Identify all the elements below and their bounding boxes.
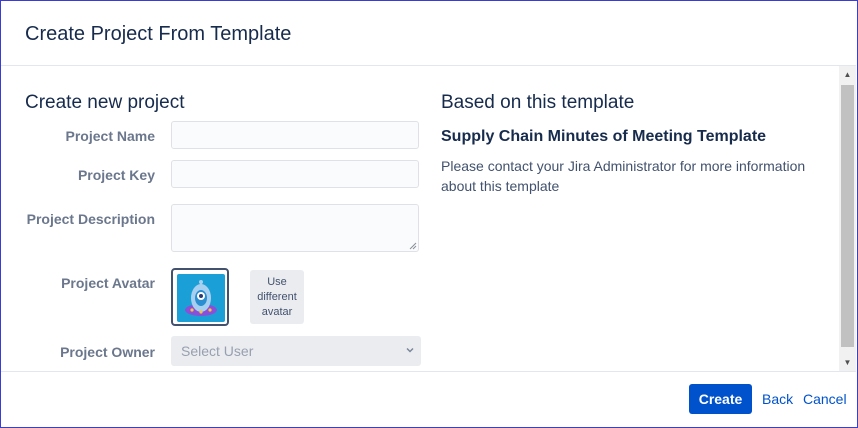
dialog-content: Create new project Project Name Project … bbox=[1, 66, 839, 371]
template-name: Supply Chain Minutes of Meeting Template bbox=[441, 128, 767, 145]
back-link[interactable]: Back bbox=[762, 391, 793, 407]
robot-avatar-icon bbox=[177, 274, 225, 322]
project-avatar-label: Project Avatar bbox=[61, 275, 155, 291]
arrow-down-icon[interactable]: ▼ bbox=[839, 354, 856, 371]
dialog-footer: Create Back Cancel bbox=[1, 371, 856, 427]
dialog-title: Create Project From Template bbox=[25, 23, 292, 45]
project-owner-placeholder: Select User bbox=[181, 343, 254, 359]
chevron-down-icon bbox=[406, 347, 414, 353]
arrow-up-icon[interactable]: ▲ bbox=[839, 66, 856, 83]
content-scrollbar[interactable]: ▲ ▼ bbox=[839, 66, 856, 371]
resize-grip-icon[interactable] bbox=[409, 242, 417, 250]
cancel-link[interactable]: Cancel bbox=[803, 391, 847, 407]
use-different-avatar-button[interactable]: Use different avatar bbox=[250, 270, 304, 324]
dialog-header: Create Project From Template bbox=[1, 1, 856, 66]
project-owner-select[interactable]: Select User bbox=[171, 336, 421, 366]
project-key-input[interactable] bbox=[171, 160, 419, 188]
project-description-textarea[interactable] bbox=[171, 204, 419, 252]
project-description-label: Project Description bbox=[26, 211, 155, 227]
form-heading: Create new project bbox=[25, 92, 185, 113]
project-key-label: Project Key bbox=[77, 167, 155, 183]
template-heading: Based on this template bbox=[441, 92, 635, 113]
create-button[interactable]: Create bbox=[689, 384, 752, 414]
scrollbar-thumb[interactable] bbox=[841, 85, 854, 347]
project-name-input[interactable] bbox=[171, 121, 419, 149]
project-name-label: Project Name bbox=[65, 128, 155, 144]
template-description: Please contact your Jira Administrator f… bbox=[441, 158, 806, 194]
project-owner-label: Project Owner bbox=[60, 344, 155, 360]
project-avatar[interactable] bbox=[171, 268, 229, 326]
